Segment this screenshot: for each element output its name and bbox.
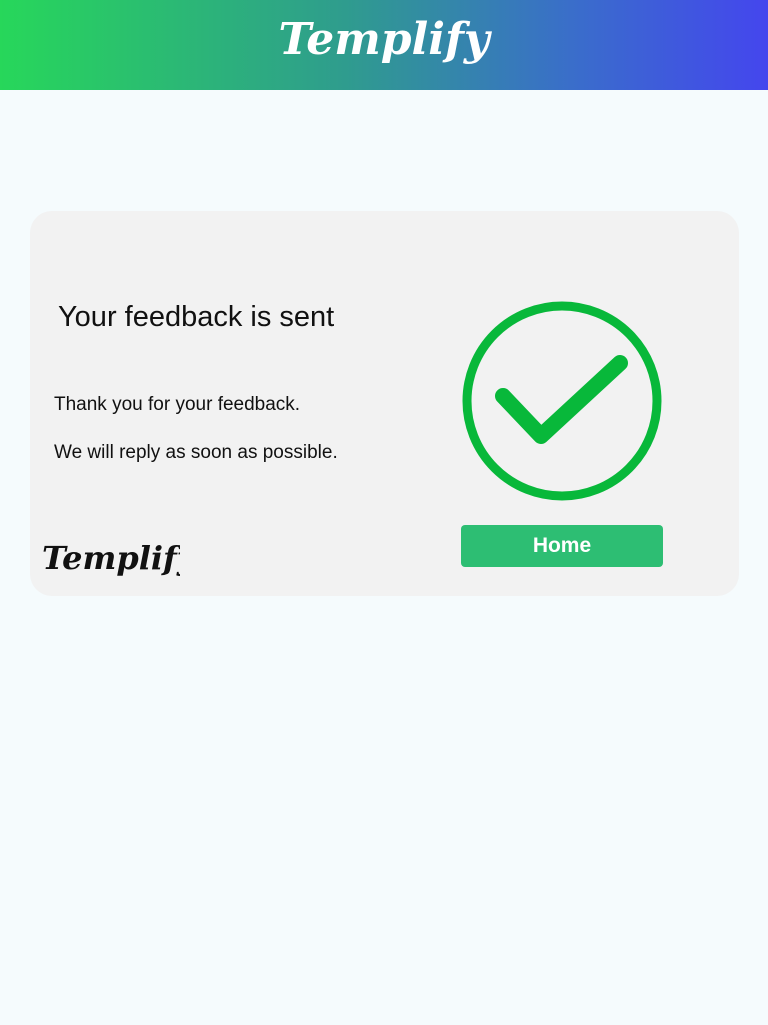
page-title: Your feedback is sent — [58, 301, 335, 333]
check-circle-icon — [462, 301, 662, 501]
reply-text: We will reply as soon as possible. — [54, 442, 338, 463]
footer-brand-logo-text: Templify — [42, 539, 180, 577]
brand-logo[interactable]: Templify — [0, 0, 768, 90]
header-bar: Templify — [0, 0, 768, 90]
feedback-card: Your feedback is sent Thank you for your… — [30, 211, 739, 596]
thank-you-text: Thank you for your feedback. — [54, 394, 301, 415]
brand-logo-text: Templify — [279, 14, 493, 65]
footer-brand-logo: Templify — [42, 539, 180, 577]
home-button[interactable]: Home — [461, 525, 663, 567]
